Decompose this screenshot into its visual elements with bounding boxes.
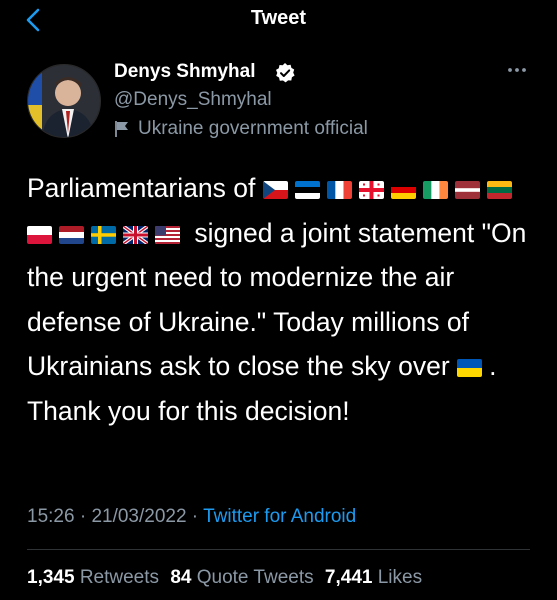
retweets-label: Retweets	[79, 567, 160, 588]
flag-lt-icon	[486, 181, 512, 199]
page-title: Tweet	[250, 7, 307, 29]
quote-tweets-stat[interactable]: 84 Quote Tweets	[170, 567, 313, 588]
flag-ukraine	[457, 351, 489, 381]
more-options-icon[interactable]	[505, 60, 529, 80]
quotes-count: 84	[170, 567, 192, 588]
flag-icon	[115, 121, 128, 137]
flag-ge-icon	[358, 181, 384, 199]
flag-ie-icon	[422, 181, 448, 199]
flags-group-1	[262, 173, 455, 203]
flag-cz-icon	[262, 181, 288, 199]
verified-badge-icon	[274, 62, 296, 84]
tweet-stats: 1,345 Retweets 84 Quote Tweets 7,441 Lik…	[27, 567, 428, 589]
tweet-source-link[interactable]: Twitter for Android	[203, 506, 356, 527]
avatar[interactable]	[27, 64, 101, 138]
likes-label: Likes	[377, 567, 423, 588]
flag-ee-icon	[294, 181, 320, 199]
flag-ua-icon	[457, 359, 483, 377]
tweet-meta: 15:26 · 21/03/2022 · Twitter for Android	[27, 506, 357, 527]
government-label: Ukraine government official	[114, 118, 368, 140]
flag-lv-icon	[454, 181, 480, 199]
flag-nl-icon	[59, 225, 84, 244]
tweet-text: Parliamentarians of signed a joint state…	[27, 166, 537, 433]
author-handle[interactable]: @Denys_Shmyhal	[114, 89, 272, 111]
flag-gb-icon	[123, 225, 148, 244]
flag-fr-icon	[326, 181, 352, 199]
tweet-date: 21/03/2022	[91, 506, 187, 527]
quotes-label: Quote Tweets	[196, 567, 314, 588]
top-bar: Tweet	[0, 0, 557, 40]
likes-stat[interactable]: 7,441 Likes	[325, 567, 422, 588]
tweet-time: 15:26	[27, 506, 75, 527]
tweet-text-start: Parliamentarians of	[27, 173, 263, 203]
government-label-text: Ukraine government official	[138, 118, 368, 139]
flag-de-icon	[390, 181, 416, 199]
likes-count: 7,441	[324, 567, 373, 588]
retweets-count: 1,345	[27, 567, 75, 588]
divider	[27, 549, 530, 550]
author-name[interactable]: Denys Shmyhal	[114, 61, 256, 83]
flag-us-icon	[155, 225, 180, 244]
retweets-stat[interactable]: 1,345 Retweets	[27, 567, 159, 588]
flag-se-icon	[91, 225, 116, 244]
flag-pl-icon	[27, 225, 52, 244]
